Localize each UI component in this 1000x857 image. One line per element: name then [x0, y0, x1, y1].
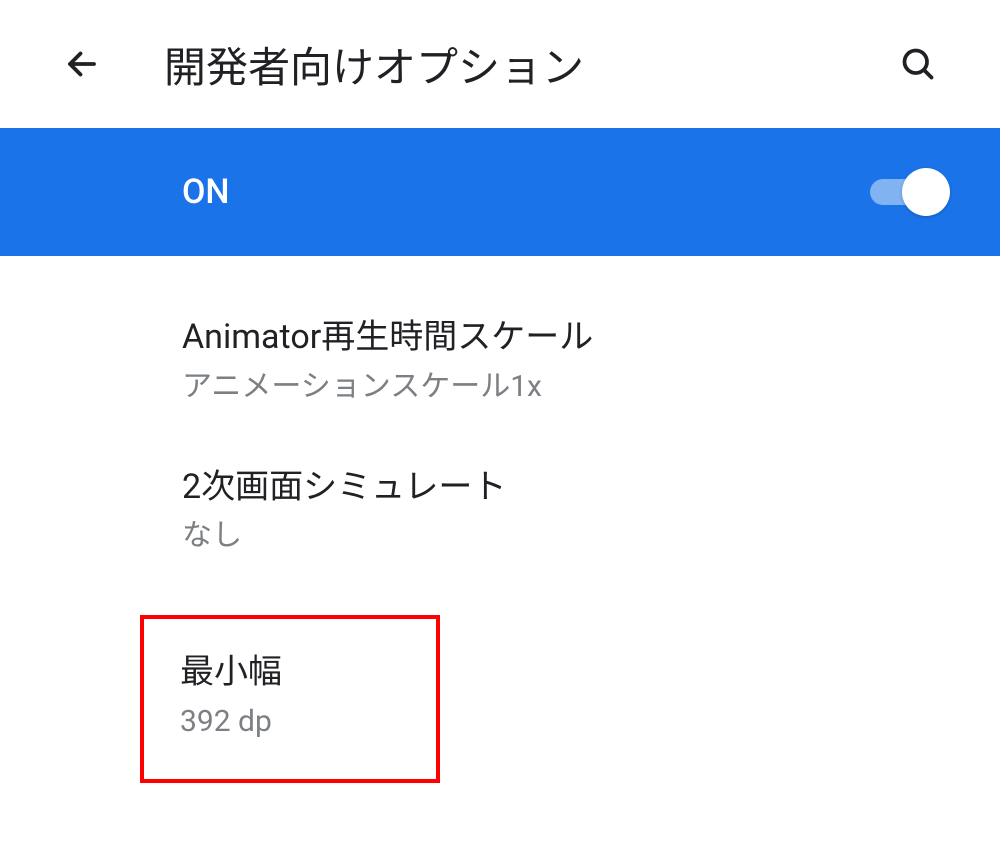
search-icon[interactable] [896, 42, 940, 86]
setting-title: 2次画面シミュレート [182, 464, 1000, 512]
switch-thumb [902, 168, 950, 216]
master-toggle-label: ON [182, 172, 870, 212]
setting-secondary-display[interactable]: 2次画面シミュレート なし [0, 436, 1000, 586]
highlight-annotation: 最小幅 392 dp [140, 615, 440, 783]
toggle-switch[interactable] [870, 168, 950, 216]
master-toggle[interactable]: ON [0, 128, 1000, 256]
setting-smallest-width[interactable]: 最小幅 392 dp [180, 649, 400, 743]
setting-subtitle: なし [182, 515, 1000, 557]
setting-title: 最小幅 [180, 649, 400, 697]
setting-subtitle: アニメーションスケール1x [182, 366, 1000, 408]
setting-animator-duration[interactable]: Animator再生時間スケール アニメーションスケール1x [0, 286, 1000, 436]
back-icon[interactable] [60, 42, 104, 86]
settings-list: Animator再生時間スケール アニメーションスケール1x 2次画面シミュレー… [0, 256, 1000, 783]
setting-title: Animator再生時間スケール [182, 314, 1000, 362]
page-title: 開発者向けオプション [164, 34, 896, 95]
app-header: 開発者向けオプション [0, 0, 1000, 128]
setting-subtitle: 392 dp [180, 701, 400, 743]
